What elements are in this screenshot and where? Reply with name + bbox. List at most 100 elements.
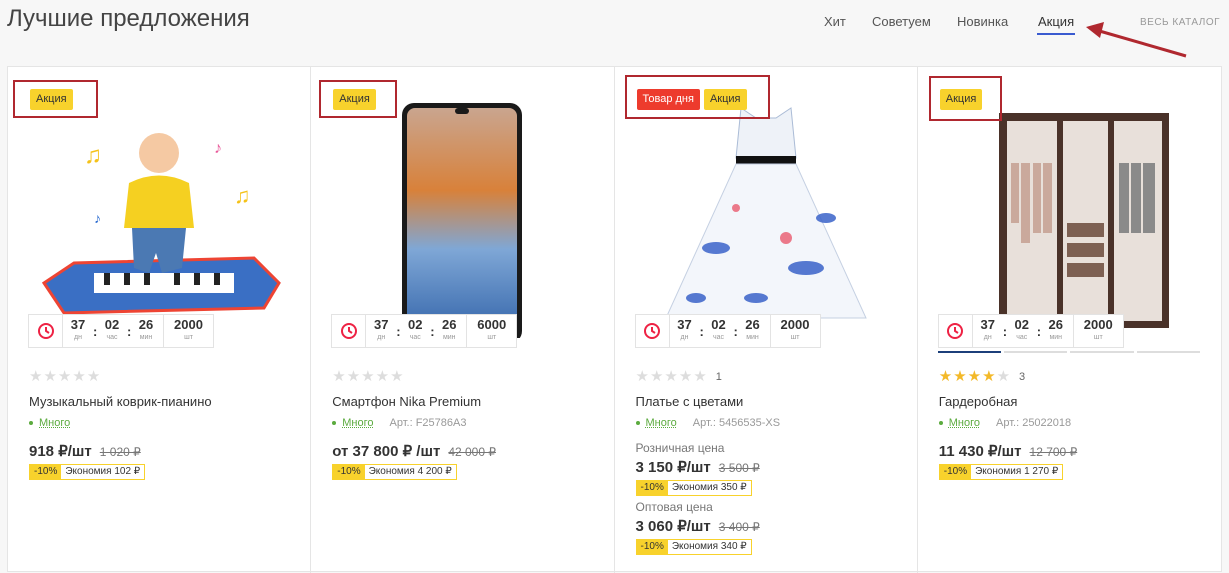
page-title: Лучшие предложения	[7, 5, 250, 32]
wholesale-discount-row: -10% Экономия 340 ₽	[635, 539, 752, 555]
discount-row: -10% Экономия 1 270 ₽	[938, 464, 1064, 480]
star-icon: ★	[996, 368, 1011, 385]
product-card[interactable]: Акция 37 дн : 02 час : 26 мин 2000 шт ★ ★ ★ ★ ★ …	[918, 67, 1221, 573]
product-name[interactable]: Смартфон Nika Premium	[332, 394, 481, 409]
star-icon: ★	[332, 368, 346, 385]
rating-stars[interactable]: ★ ★ ★ ★ ★ 1	[636, 369, 722, 384]
rating-stars[interactable]: ★ ★ ★ ★ ★	[29, 369, 100, 384]
stock-status[interactable]: Много	[949, 417, 980, 429]
svg-text:♫: ♫	[234, 183, 251, 208]
product-card[interactable]: ♫ ♪ ♫ ♪ Акция 37 дн : 02 час : 26 мин 2000 ш…	[8, 67, 312, 573]
product-name[interactable]: Музыкальный коврик-пианино	[29, 394, 212, 409]
discount-row: -10% Экономия 102 ₽	[29, 464, 146, 480]
economy-amount: Экономия 1 270 ₽	[975, 466, 1059, 477]
svg-text:♫: ♫	[84, 142, 102, 169]
svg-text:♪: ♪	[94, 210, 101, 226]
rating-stars[interactable]: ★ ★ ★ ★ ★	[332, 369, 403, 384]
product-name[interactable]: Платье с цветами	[636, 394, 744, 409]
tab-hit[interactable]: Хит	[824, 14, 846, 29]
stock-status[interactable]: Много	[646, 417, 677, 429]
star-icon: ★	[649, 368, 664, 385]
rating-count: 3	[1019, 370, 1026, 383]
annotation-box	[319, 80, 398, 118]
article-number: Арт.: 5456535-XS	[692, 417, 781, 429]
star-icon: ★	[361, 368, 375, 385]
clock-icon	[939, 315, 973, 347]
star-icon: ★	[953, 368, 967, 385]
star-icon: ★	[375, 368, 390, 385]
star-icon: ★	[43, 368, 57, 385]
annotation-box	[928, 76, 1002, 121]
price: 918 ₽/шт	[29, 443, 92, 460]
countdown-timer: 37 дн : 02 час : 26 мин 2000 шт	[28, 314, 214, 348]
economy-amount: Экономия 4 200 ₽	[368, 466, 452, 477]
product-card[interactable]: Акция 37 дн : 02 час : 26 мин 6000 шт ★ ★ ★ ★ ★ …	[311, 67, 615, 573]
product-card[interactable]: Товар дня Акция 37 дн : 02 час : 26 мин 200…	[615, 67, 918, 573]
timer-hours: 02	[711, 317, 726, 332]
wholesale-price-label: Оптовая цена	[635, 500, 713, 514]
economy-amount: Экономия 340 ₽	[671, 541, 747, 552]
baby-piano-mat-image[interactable]: ♫ ♪ ♫ ♪	[28, 89, 290, 347]
star-icon: ★	[938, 368, 953, 385]
countdown-timer: 37 дн : 02 час : 26 мин 6000 шт	[331, 314, 518, 348]
star-icon: ★	[29, 368, 43, 385]
rating-stars[interactable]: ★ ★ ★ ★ ★ 3	[939, 369, 1025, 384]
stock-dot-icon	[332, 421, 337, 425]
timer-hours: 02	[408, 317, 423, 332]
old-price: 42 000 ₽	[448, 445, 496, 459]
timer-hours: 02	[1014, 317, 1029, 332]
stock-status[interactable]: Много	[342, 417, 373, 429]
discount-row: -10% Экономия 350 ₽	[635, 480, 752, 496]
timer-days: 37	[70, 317, 86, 332]
timer-minutes: 26	[138, 317, 154, 332]
stock-row: Много	[29, 417, 70, 429]
old-price: 12 700 ₽	[1029, 445, 1078, 459]
wholesale-old-price: 3 400 ₽	[718, 520, 760, 534]
annotation-box	[13, 80, 98, 118]
product-name[interactable]: Гардеробная	[939, 394, 1018, 409]
discount-percent: -10%	[30, 465, 62, 479]
image-slider-dots[interactable]	[937, 351, 1200, 353]
star-icon: ★	[346, 368, 361, 385]
smartphone-image[interactable]	[331, 89, 593, 347]
price: от 37 800 ₽ /шт	[332, 443, 441, 460]
article-number: Арт.: F25786A3	[389, 417, 467, 429]
countdown-timer: 37 дн : 02 час : 26 мин 2000 шт	[634, 314, 821, 348]
economy-amount: Экономия 102 ₽	[65, 466, 141, 477]
countdown-timer: 37 дн : 02 час : 26 мин 2000 шт	[937, 314, 1124, 348]
annotation-box	[624, 75, 770, 119]
star-icon: ★	[86, 368, 101, 385]
star-icon: ★	[664, 368, 678, 385]
discount-percent: -10%	[636, 540, 668, 554]
timer-days: 37	[677, 317, 692, 332]
tab-sale[interactable]: Акция	[1036, 14, 1076, 35]
annotation-arrow-icon	[1086, 22, 1187, 58]
discount-row: -10% Экономия 4 200 ₽	[332, 464, 457, 480]
star-icon: ★	[57, 368, 72, 385]
old-price: 3 500 ₽	[718, 461, 760, 475]
tab-new[interactable]: Новинка	[957, 14, 1008, 29]
star-icon: ★	[982, 368, 996, 385]
price-block: 918 ₽/шт 1 020 ₽ -10% Экономия 102 ₽	[29, 442, 146, 480]
clock-icon	[332, 315, 367, 347]
article-number: Арт.: 25022018	[996, 417, 1072, 429]
stock-row: Много Арт.: 5456535-XS	[635, 417, 781, 429]
stock-row: Много Арт.: 25022018	[938, 417, 1072, 429]
retail-price-label: Розничная цена	[635, 441, 725, 455]
stock-dot-icon	[635, 421, 640, 425]
economy-amount: Экономия 350 ₽	[671, 482, 747, 493]
floral-dress-image[interactable]	[635, 89, 897, 347]
timer-quantity: 2000	[174, 317, 203, 332]
stock-status[interactable]: Много	[39, 417, 70, 429]
price-block: 11 430 ₽/шт 12 700 ₽ -10% Экономия 1 270 ₽	[938, 442, 1078, 480]
star-icon: ★	[390, 368, 404, 385]
svg-text:♪: ♪	[214, 140, 222, 157]
discount-percent: -10%	[333, 465, 365, 479]
wholesale-price: 3 060 ₽/шт	[635, 518, 711, 535]
timer-quantity: 2000	[1083, 317, 1113, 332]
stock-dot-icon	[29, 421, 33, 425]
tab-recommend[interactable]: Советуем	[872, 14, 931, 29]
timer-quantity: 6000	[477, 317, 507, 332]
wardrobe-image[interactable]	[938, 89, 1200, 347]
star-icon: ★	[72, 368, 86, 385]
